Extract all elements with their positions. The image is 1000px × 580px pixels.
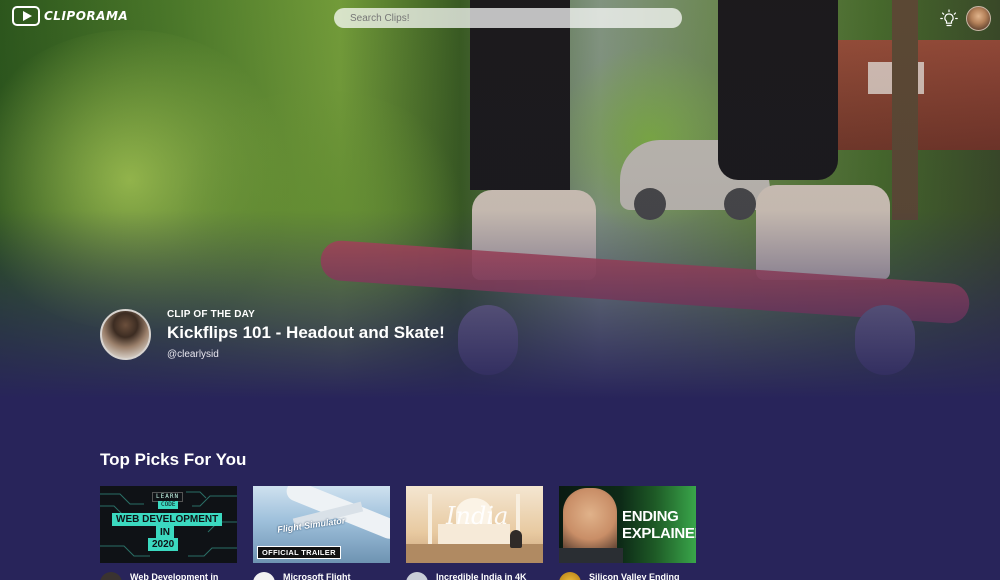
card-meta: Web Development in — [100, 572, 237, 580]
video-thumbnail[interactable]: ENDING EXPLAINED — [559, 486, 696, 563]
user-avatar[interactable] — [966, 6, 991, 31]
water — [406, 544, 543, 563]
card-title[interactable]: Silicon Valley Ending — [589, 572, 680, 580]
person-shirt — [559, 548, 623, 563]
top-bar: CLIPORAMA — [0, 0, 1000, 38]
minaret — [428, 494, 432, 546]
thumb-text: India — [446, 502, 509, 530]
creator-handle[interactable]: @clearlysid — [167, 349, 445, 360]
creator-avatar[interactable] — [100, 309, 151, 360]
top-picks-row: LEARN CODE WEB DEVELOPMENT IN 2020 Web D… — [100, 486, 696, 580]
channel-avatar[interactable] — [559, 572, 581, 580]
card-meta: Microsoft Flight — [253, 572, 390, 580]
video-card[interactable]: ENDING EXPLAINED Silicon Valley Ending — [559, 486, 696, 580]
app-logo[interactable]: CLIPORAMA — [12, 6, 128, 26]
thumb-text-line: EXPLAINED — [622, 525, 696, 542]
clip-info: CLIP OF THE DAY Kickflips 101 - Headout … — [167, 308, 445, 360]
app-name: CLIPORAMA — [44, 9, 129, 23]
thumb-text: OFFICIAL TRAILER — [257, 546, 341, 559]
play-button-icon — [12, 6, 40, 26]
video-thumbnail[interactable]: LEARN CODE WEB DEVELOPMENT IN 2020 — [100, 486, 237, 563]
section-title: Top Picks For You — [100, 450, 247, 469]
clip-title[interactable]: Kickflips 101 - Headout and Skate! — [167, 323, 445, 343]
search-input[interactable] — [334, 8, 682, 28]
video-thumbnail[interactable]: Flight Simulator OFFICIAL TRAILER — [253, 486, 390, 563]
video-card[interactable]: LEARN CODE WEB DEVELOPMENT IN 2020 Web D… — [100, 486, 237, 580]
thumb-text: ENDING EXPLAINED — [622, 508, 696, 542]
clip-kicker: CLIP OF THE DAY — [167, 309, 256, 320]
channel-avatar[interactable] — [253, 572, 275, 580]
card-meta: Silicon Valley Ending — [559, 572, 696, 580]
card-title[interactable]: Microsoft Flight — [283, 572, 351, 580]
thumb-text-line: ENDING — [622, 508, 679, 525]
lightbulb-icon[interactable] — [940, 9, 958, 29]
video-thumbnail[interactable]: India — [406, 486, 543, 563]
thumb-text: CODE — [158, 501, 179, 509]
channel-avatar[interactable] — [100, 572, 122, 580]
thumb-text: WEB DEVELOPMENT — [112, 513, 223, 526]
channel-avatar[interactable] — [406, 572, 428, 580]
card-meta: Incredible India in 4K — [406, 572, 543, 580]
video-card[interactable]: India Incredible India in 4K — [406, 486, 543, 580]
card-title[interactable]: Incredible India in 4K — [436, 572, 527, 580]
clip-of-the-day[interactable]: CLIP OF THE DAY Kickflips 101 - Headout … — [100, 308, 445, 360]
video-card[interactable]: Flight Simulator OFFICIAL TRAILER Micros… — [253, 486, 390, 580]
thumb-text: 2020 — [148, 538, 179, 551]
person-silhouette — [510, 530, 522, 548]
card-title[interactable]: Web Development in — [130, 572, 218, 580]
